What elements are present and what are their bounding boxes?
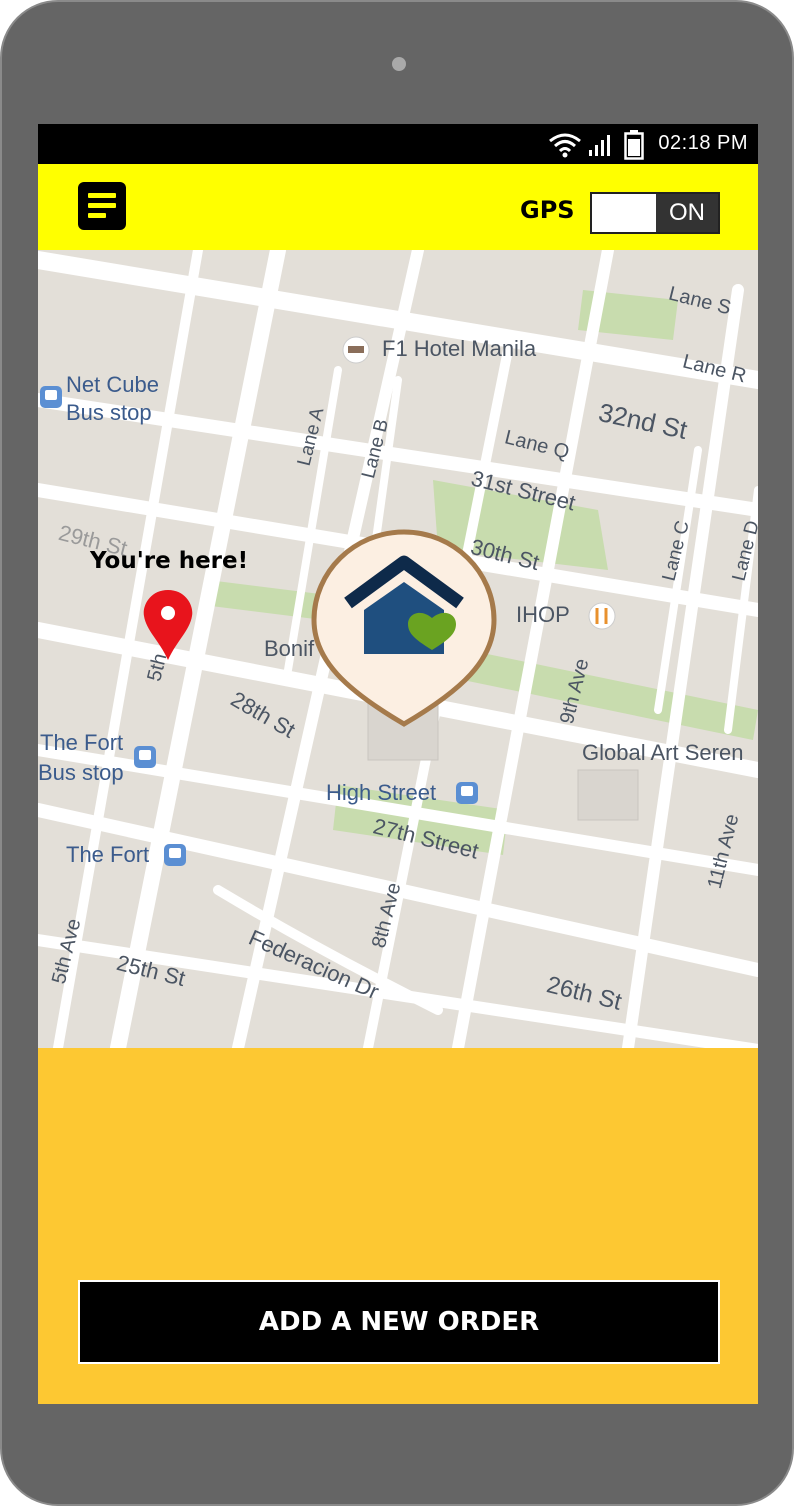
battery-icon (624, 130, 644, 160)
status-bar: 02:18 PM (38, 124, 758, 164)
front-camera (392, 57, 406, 71)
map-streets (38, 250, 758, 1048)
gps-toggle[interactable]: ON (590, 192, 720, 234)
gps-toggle-state: ON (656, 194, 718, 232)
bus-stop-icon (134, 746, 156, 768)
map-label-bus-stop: Bus stop (66, 400, 152, 425)
map-view[interactable]: F1 Hotel Manila Net Cube Bus stop Lane S… (38, 250, 758, 1048)
map-label-bus-stop: Bus stop (38, 760, 124, 785)
map-label-bus-stop: Net Cube (66, 372, 159, 397)
bus-stop-icon (40, 386, 62, 408)
menu-icon-line (88, 213, 106, 218)
map-label-poi: Bonif (264, 636, 315, 661)
map-label-bus-stop: High Street (326, 780, 437, 805)
signal-icon (589, 135, 610, 156)
map-label-hotel: F1 Hotel Manila (382, 336, 537, 361)
add-order-button[interactable]: ADD A NEW ORDER (78, 1280, 720, 1364)
map-label-poi: IHOP (516, 602, 570, 627)
restaurant-icon (588, 602, 616, 630)
menu-icon-line (88, 203, 116, 208)
wifi-icon (549, 133, 581, 158)
app-screen: 02:18 PM GPS ON F1 Hotel Manila Net Cube… (38, 124, 758, 1404)
bus-stop-icon (456, 782, 478, 804)
map-label-bus-stop: The Fort (66, 842, 150, 867)
phone-frame: 02:18 PM GPS ON F1 Hotel Manila Net Cube… (0, 0, 794, 1506)
gps-label: GPS (520, 196, 575, 224)
you-are-here-label: You're here! (90, 548, 249, 574)
menu-button[interactable] (78, 182, 126, 230)
map-label-bus-stop: The Fort (40, 730, 124, 755)
hotel-icon (342, 336, 370, 364)
bus-stop-icon (164, 844, 186, 866)
menu-icon-line (88, 193, 116, 198)
status-time: 02:18 PM (658, 132, 748, 154)
map-label-poi: Global Art Seren (582, 740, 744, 765)
app-bar: GPS ON (38, 164, 758, 250)
